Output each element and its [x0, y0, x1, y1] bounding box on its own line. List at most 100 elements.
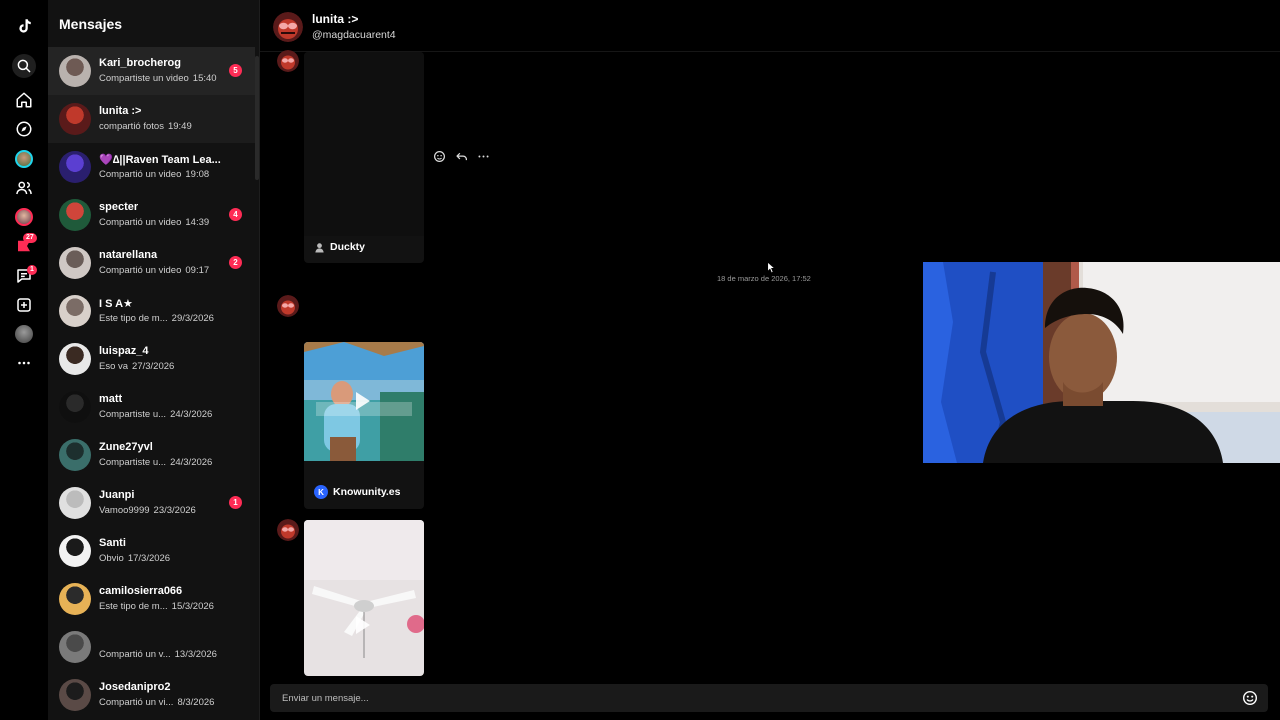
conversation-name: lunita :>	[99, 105, 142, 117]
search-icon[interactable]	[12, 54, 36, 78]
conversation-item[interactable]: natarellana Compartió un video 09:17 2	[48, 239, 255, 287]
video-author[interactable]: Duckty	[314, 241, 365, 253]
more-icon[interactable]	[12, 351, 36, 375]
message-timestamp: 18 de marzo de 2026, 17:52	[717, 274, 811, 283]
conversation-name: Kari_brocherog	[99, 57, 181, 69]
conversation-preview: Compartió un video	[99, 169, 182, 180]
conversation-avatar[interactable]	[59, 343, 91, 375]
conversation-preview: Compartiste u...	[99, 457, 167, 468]
conversation-avatar[interactable]	[59, 295, 91, 327]
conversation-time: 8/3/2026	[177, 697, 215, 708]
video-author-name: Duckty	[330, 241, 366, 253]
conversation-avatar[interactable]	[59, 631, 91, 663]
conversation-preview-line: compartió fotos 19:49	[99, 121, 192, 132]
message-actions	[432, 148, 490, 164]
conversation-item[interactable]: Kari_brocherog Compartiste un video 15:40 5	[48, 47, 255, 95]
react-emoji-icon[interactable]	[432, 148, 446, 164]
conversation-preview-line: Vamoo9999 23/3/2026	[99, 505, 196, 516]
conversation-preview-line: Compartió un vi... 8/3/2026	[99, 697, 214, 708]
video-thumbnail[interactable]	[304, 520, 424, 676]
conversation-avatar[interactable]	[59, 151, 91, 183]
conversation-item[interactable]: luispaz_4 Eso va 27/3/2026	[48, 335, 255, 383]
message-avatar[interactable]	[277, 295, 299, 317]
conversation-avatar[interactable]	[59, 679, 91, 711]
conversation-preview-line: Compartiste u... 24/3/2026	[99, 409, 212, 420]
conversation-item[interactable]: matt Compartiste u... 24/3/2026	[48, 383, 255, 431]
conversation-item[interactable]: Santi Obvio 17/3/2026	[48, 527, 255, 575]
conversation-avatar[interactable]	[59, 535, 91, 567]
conversation-name: matt	[99, 393, 123, 405]
more-options-icon[interactable]	[476, 148, 490, 164]
unread-badge: 1	[229, 496, 242, 509]
conversation-item[interactable]: Zune27yvl Compartiste u... 24/3/2026	[48, 431, 255, 479]
tiktok-logo-icon[interactable]	[12, 14, 36, 38]
video-thumbnail[interactable]	[304, 342, 424, 461]
live-avatar-icon[interactable]	[12, 147, 36, 171]
video-author[interactable]: K Knowunity.es	[314, 485, 400, 499]
profile-avatar-icon[interactable]	[12, 322, 36, 346]
conversation-name: specter	[99, 201, 139, 213]
conversation-time: 17/3/2026	[127, 553, 171, 564]
conversation-preview: Compartió un video	[99, 265, 182, 276]
conversation-time: 15:40	[192, 73, 217, 84]
chat-avatar[interactable]	[273, 12, 303, 42]
conversation-preview: Vamoo9999	[99, 505, 150, 516]
play-icon[interactable]	[356, 392, 370, 410]
conversation-time: 19:08	[185, 169, 210, 180]
conversation-avatar[interactable]	[59, 583, 91, 615]
conversation-avatar[interactable]	[59, 247, 91, 279]
conversation-preview: Compartió un vi...	[99, 697, 174, 708]
conversation-preview-line: Compartió un video 09:17	[99, 265, 209, 276]
explore-compass-icon[interactable]	[12, 117, 36, 141]
friends-icon[interactable]	[12, 176, 36, 200]
conversation-avatar[interactable]	[59, 391, 91, 423]
sidebar-title: Mensajes	[59, 16, 123, 32]
conversation-avatar[interactable]	[59, 55, 91, 87]
conversation-time: 14:39	[185, 217, 210, 228]
conversation-avatar[interactable]	[59, 439, 91, 471]
inbox-badge: 1	[27, 265, 37, 275]
conversation-item[interactable]: I S A★ Este tipo de m... 29/3/2026	[48, 287, 255, 335]
conversation-name: Zune27yvl	[99, 441, 153, 453]
play-icon[interactable]	[356, 616, 370, 634]
conversation-avatar[interactable]	[59, 487, 91, 519]
chat-contact-name[interactable]: lunita :>	[312, 12, 358, 26]
message-input[interactable]	[282, 690, 1222, 706]
conversation-name: camilosierra066	[99, 585, 183, 597]
upload-icon[interactable]	[12, 293, 36, 317]
conversation-name: luispaz_4	[99, 345, 149, 357]
conversation-preview-line: Este tipo de m... 15/3/2026	[99, 601, 214, 612]
conversation-avatar[interactable]	[59, 103, 91, 135]
inbox-icon[interactable]: 1	[12, 264, 37, 288]
conversation-item[interactable]: lunita :> compartió fotos 19:49	[48, 95, 255, 143]
shared-video-card[interactable]: K Knowunity.es	[304, 342, 424, 509]
conversation-item[interactable]: Compartió un v... 13/3/2026	[48, 623, 255, 671]
conversation-avatar[interactable]	[59, 199, 91, 231]
conversation-item[interactable]: specter Compartió un video 14:39 4	[48, 191, 255, 239]
conversation-item[interactable]: Josedanipro2 Compartió un vi... 8/3/2026	[48, 671, 255, 719]
conversation-name: Josedanipro2	[99, 681, 171, 693]
emoji-icon[interactable]	[1242, 690, 1258, 706]
chat-contact-handle[interactable]: @magdacuarent4	[312, 29, 396, 41]
conversation-item[interactable]: Juanpi Vamoo9999 23/3/2026 1	[48, 479, 255, 527]
unread-badge: 5	[229, 64, 242, 77]
conversation-list-scrollbar[interactable]	[255, 56, 259, 180]
conversation-preview: Compartiste un video	[99, 73, 189, 84]
unread-badge: 2	[229, 256, 242, 269]
icon-rail: 27 1	[0, 0, 48, 720]
home-icon[interactable]	[12, 88, 36, 112]
message-avatar[interactable]	[277, 519, 299, 541]
video-thumbnail[interactable]	[304, 52, 424, 236]
activity-icon[interactable]: 27	[12, 233, 37, 258]
conversation-item[interactable]: 💜∆||Raven Team Lea... Compartió un video 1…	[48, 143, 255, 191]
shared-video-card[interactable]	[304, 520, 424, 676]
reply-icon[interactable]	[454, 148, 468, 164]
conversation-preview-line: Obvio 17/3/2026	[99, 553, 170, 564]
live-user-avatar-icon[interactable]	[12, 205, 36, 229]
message-avatar[interactable]	[277, 50, 299, 72]
shared-video-card[interactable]: Duckty	[304, 52, 424, 263]
conversation-time: 24/3/2026	[170, 409, 213, 420]
conversation-name: Santi	[99, 537, 126, 549]
conversation-item[interactable]: camilosierra066 Este tipo de m... 15/3/202…	[48, 575, 255, 623]
mouse-cursor-icon	[767, 261, 776, 274]
